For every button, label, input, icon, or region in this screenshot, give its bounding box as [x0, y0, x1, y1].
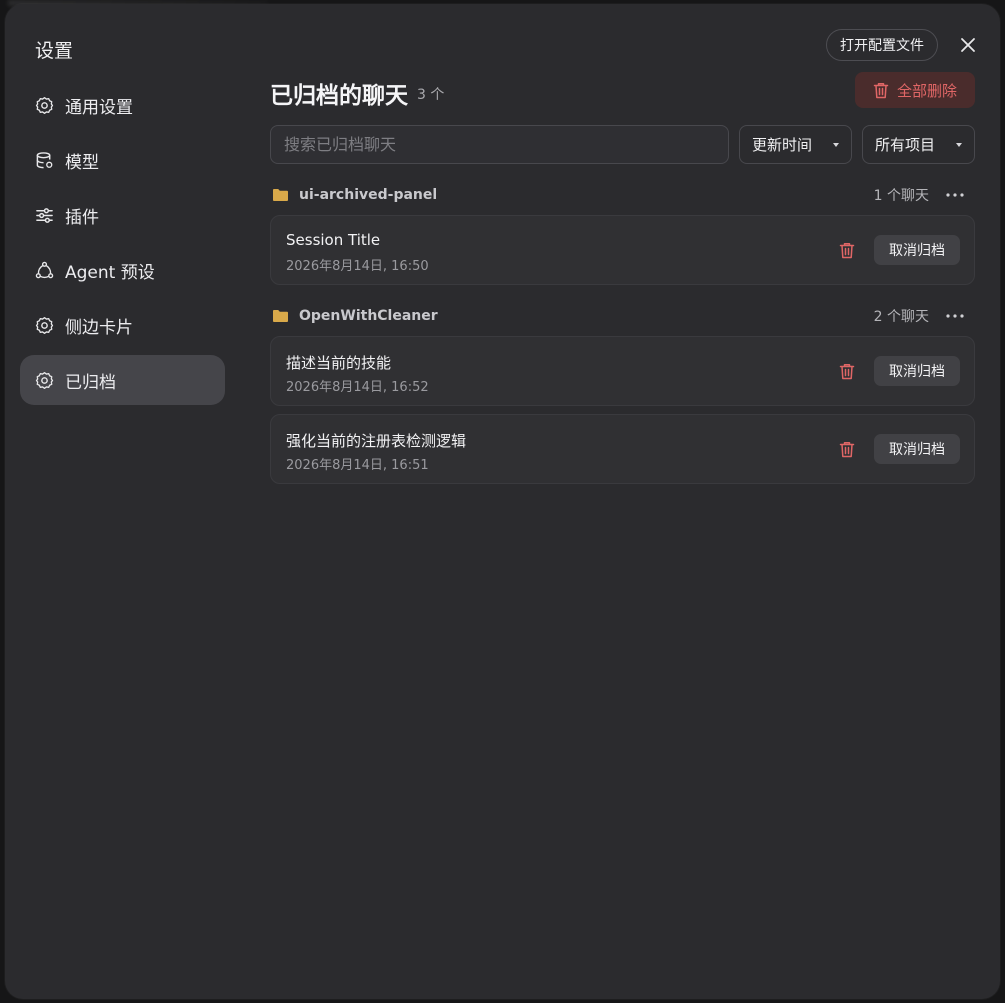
sidebar-item-label: 侧边卡片	[65, 317, 133, 338]
open-config-file-button[interactable]: 打开配置文件	[826, 29, 938, 61]
chat-timestamp: 2026年8月14日, 16:50	[286, 259, 429, 274]
trash-icon	[839, 363, 855, 379]
group-chat-count: 1 个聊天	[873, 188, 929, 204]
group-chat-count: 2 个聊天	[873, 309, 929, 325]
filter-toolbar: 更新时间 所有项目	[270, 125, 975, 164]
sidebar-item-side-cards[interactable]: 侧边卡片	[20, 300, 225, 350]
chat-timestamp: 2026年8月14日, 16:51	[286, 458, 429, 473]
caret-down-icon	[956, 142, 962, 147]
page-title: 已归档的聊天	[270, 83, 408, 109]
project-selected-label: 所有项目	[875, 136, 936, 154]
delete-all-button[interactable]: 全部删除	[855, 72, 975, 108]
chat-timestamp: 2026年8月14日, 16:52	[286, 380, 429, 395]
delete-chat-button[interactable]	[837, 361, 857, 381]
sidebar-item-models[interactable]: 模型	[20, 135, 225, 185]
archived-count: 3 个	[417, 87, 445, 103]
sidebar-item-label: 已归档	[65, 372, 116, 393]
project-filter-select[interactable]: 所有项目	[862, 125, 975, 164]
archived-chats-panel: 已归档的聊天 3 个 全部删除 更新时间 所有项目	[270, 68, 975, 484]
archived-chat-card[interactable]: 描述当前的技能 2026年8月14日, 16:52 取消归档	[270, 336, 975, 406]
gear-icon	[35, 316, 54, 335]
sidebar-item-label: Agent 预设	[65, 262, 155, 283]
unarchive-button[interactable]: 取消归档	[874, 235, 960, 265]
trash-icon	[873, 82, 889, 98]
sidebar-item-general[interactable]: 通用设置	[20, 80, 225, 130]
caret-down-icon	[833, 142, 839, 147]
chat-title: 描述当前的技能	[286, 354, 392, 372]
archived-chat-card[interactable]: 强化当前的注册表检测逻辑 2026年8月14日, 16:51 取消归档	[270, 414, 975, 484]
sidebar-item-plugins[interactable]: 插件	[20, 190, 225, 240]
unarchive-button[interactable]: 取消归档	[874, 356, 960, 386]
settings-sidebar: 通用设置 模型 插件 Agent 预设 侧边卡片 已归档	[20, 80, 225, 410]
sort-selected-label: 更新时间	[752, 136, 813, 154]
delete-chat-button[interactable]	[837, 240, 857, 260]
database-gear-icon	[35, 151, 54, 170]
sidebar-item-label: 模型	[65, 152, 99, 173]
sidebar-item-label: 插件	[65, 207, 99, 228]
page-header: 已归档的聊天 3 个 全部删除	[270, 68, 975, 116]
chat-title: 强化当前的注册表检测逻辑	[286, 432, 467, 450]
chat-title: Session Title	[286, 231, 381, 249]
project-group: OpenWithCleaner 2 个聊天 描述当前的技能 2026年8月14日…	[270, 305, 975, 484]
archived-chat-card[interactable]: Session Title 2026年8月14日, 16:50 取消归档	[270, 215, 975, 285]
delete-all-label: 全部删除	[896, 81, 957, 100]
folder-icon	[272, 309, 290, 323]
dialog-title: 设置	[35, 40, 74, 62]
sidebar-item-label: 通用设置	[65, 97, 133, 118]
search-archived-input[interactable]	[270, 125, 729, 164]
trash-icon	[839, 441, 855, 457]
more-options-icon[interactable]	[945, 185, 965, 205]
sliders-icon	[35, 206, 54, 225]
sidebar-item-archived[interactable]: 已归档	[20, 355, 225, 405]
sort-select[interactable]: 更新时间	[739, 125, 852, 164]
unarchive-button[interactable]: 取消归档	[874, 434, 960, 464]
settings-dialog: 设置 打开配置文件 通用设置 模型 插件 Agent 预设 侧边卡片 已归档 已…	[5, 4, 1000, 999]
close-button[interactable]	[957, 34, 979, 56]
agent-nodes-icon	[35, 261, 54, 280]
sidebar-item-agent-presets[interactable]: Agent 预设	[20, 245, 225, 295]
group-header: OpenWithCleaner 2 个聊天	[270, 305, 975, 327]
folder-icon	[272, 188, 290, 202]
group-name: OpenWithCleaner	[299, 308, 438, 324]
gear-icon	[35, 96, 54, 115]
group-header: ui-archived-panel 1 个聊天	[270, 184, 975, 206]
more-options-icon[interactable]	[945, 306, 965, 326]
close-icon	[961, 38, 975, 52]
gear-icon	[35, 371, 54, 390]
delete-chat-button[interactable]	[837, 439, 857, 459]
project-group: ui-archived-panel 1 个聊天 Session Title 20…	[270, 184, 975, 285]
group-name: ui-archived-panel	[299, 187, 438, 203]
trash-icon	[839, 242, 855, 258]
